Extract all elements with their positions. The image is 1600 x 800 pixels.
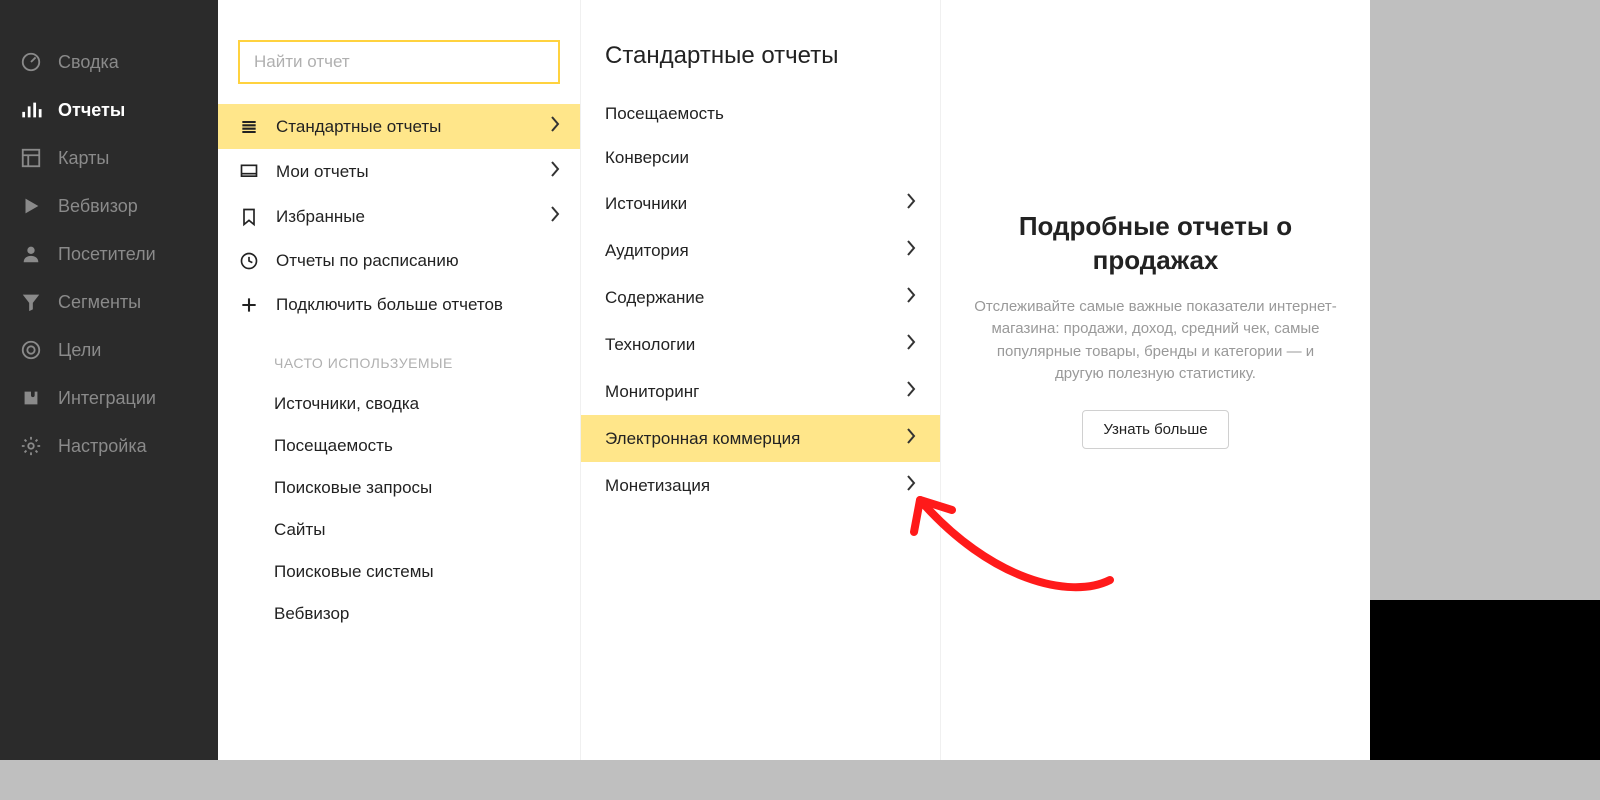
std-report-audience[interactable]: Аудитория [581,227,940,274]
frequent-item[interactable]: Источники, сводка [218,383,580,425]
frequent-item[interactable]: Посещаемость [218,425,580,467]
standard-reports-panel: Стандартные отчеты Посещаемость Конверси… [580,0,940,760]
frequent-item[interactable]: Поисковые системы [218,551,580,593]
report-group-favorites[interactable]: Избранные [218,194,580,239]
std-report-label: Источники [605,194,906,214]
layout-icon [20,147,42,169]
std-report-label: Посещаемость [605,104,916,124]
report-group-label: Избранные [276,207,550,227]
report-group-label: Отчеты по расписанию [276,251,560,271]
nav-item-webvisor[interactable]: Вебвизор [0,182,218,230]
clock-icon [238,250,260,272]
std-report-label: Конверсии [605,148,916,168]
chevron-right-icon [906,239,916,262]
play-icon [20,195,42,217]
report-group-label: Подключить больше отчетов [276,295,560,315]
reports-panel: Стандартные отчеты Мои отчеты Избранные [218,0,580,760]
frequent-item[interactable]: Вебвизор [218,593,580,635]
report-group-scheduled[interactable]: Отчеты по расписанию [218,239,580,283]
nav-item-goals[interactable]: Цели [0,326,218,374]
frequent-header: ЧАСТО ИСПОЛЬЗУЕМЫЕ [218,327,580,383]
panel-title: Стандартные отчеты [581,42,940,92]
std-report-conversions[interactable]: Конверсии [581,136,940,180]
chevron-right-icon [550,115,560,138]
chevron-right-icon [906,333,916,356]
funnel-icon [20,291,42,313]
chevron-right-icon [906,474,916,497]
std-report-label: Электронная коммерция [605,429,906,449]
speedometer-icon [20,51,42,73]
nav-item-reports[interactable]: Отчеты [0,86,218,134]
nav-item-visitors[interactable]: Посетители [0,230,218,278]
search-box [238,40,560,84]
info-title: Подробные отчеты о продажах [971,210,1340,278]
info-panel: Подробные отчеты о продажах Отслеживайте… [940,0,1370,760]
std-report-sources[interactable]: Источники [581,180,940,227]
chevron-right-icon [906,286,916,309]
std-report-ecommerce[interactable]: Электронная коммерция [581,415,940,462]
app-container: Сводка Отчеты Карты Вебвизор Посетители [0,0,1370,760]
std-report-monitoring[interactable]: Мониторинг [581,368,940,415]
std-report-technology[interactable]: Технологии [581,321,940,368]
list-icon [238,116,260,138]
bookmark-icon [238,206,260,228]
nav-label: Интеграции [58,388,156,409]
report-group-label: Мои отчеты [276,162,550,182]
learn-more-button[interactable]: Узнать больше [1082,410,1228,449]
frequent-item[interactable]: Сайты [218,509,580,551]
report-group-my[interactable]: Мои отчеты [218,149,580,194]
nav-label: Посетители [58,244,156,265]
info-description: Отслеживайте самые важные показатели инт… [971,296,1340,386]
std-report-label: Монетизация [605,476,906,496]
gear-icon [20,435,42,457]
monitor-icon [238,161,260,183]
nav-label: Карты [58,148,109,169]
bar-chart-icon [20,99,42,121]
std-report-label: Технологии [605,335,906,355]
std-report-attendance[interactable]: Посещаемость [581,92,940,136]
plus-icon [238,294,260,316]
chevron-right-icon [906,427,916,450]
std-report-label: Аудитория [605,241,906,261]
nav-label: Цели [58,340,101,361]
target-icon [20,339,42,361]
nav-label: Вебвизор [58,196,138,217]
decorative-corner [1370,600,1600,760]
nav-item-integrations[interactable]: Интеграции [0,374,218,422]
chevron-right-icon [906,192,916,215]
nav-label: Отчеты [58,100,125,121]
nav-label: Сегменты [58,292,141,313]
std-report-label: Мониторинг [605,382,906,402]
std-report-content[interactable]: Содержание [581,274,940,321]
nav-item-summary[interactable]: Сводка [0,38,218,86]
person-icon [20,243,42,265]
std-report-monetization[interactable]: Монетизация [581,462,940,509]
chevron-right-icon [550,160,560,183]
nav-item-segments[interactable]: Сегменты [0,278,218,326]
chevron-right-icon [906,380,916,403]
report-group-standard[interactable]: Стандартные отчеты [218,104,580,149]
search-input[interactable] [254,52,544,72]
report-group-label: Стандартные отчеты [276,117,550,137]
puzzle-icon [20,387,42,409]
nav-item-maps[interactable]: Карты [0,134,218,182]
nav-label: Настройка [58,436,147,457]
frequent-item[interactable]: Поисковые запросы [218,467,580,509]
std-report-label: Содержание [605,288,906,308]
nav-label: Сводка [58,52,119,73]
chevron-right-icon [550,205,560,228]
nav-item-settings[interactable]: Настройка [0,422,218,470]
report-group-add-more[interactable]: Подключить больше отчетов [218,283,580,327]
main-nav: Сводка Отчеты Карты Вебвизор Посетители [0,0,218,760]
